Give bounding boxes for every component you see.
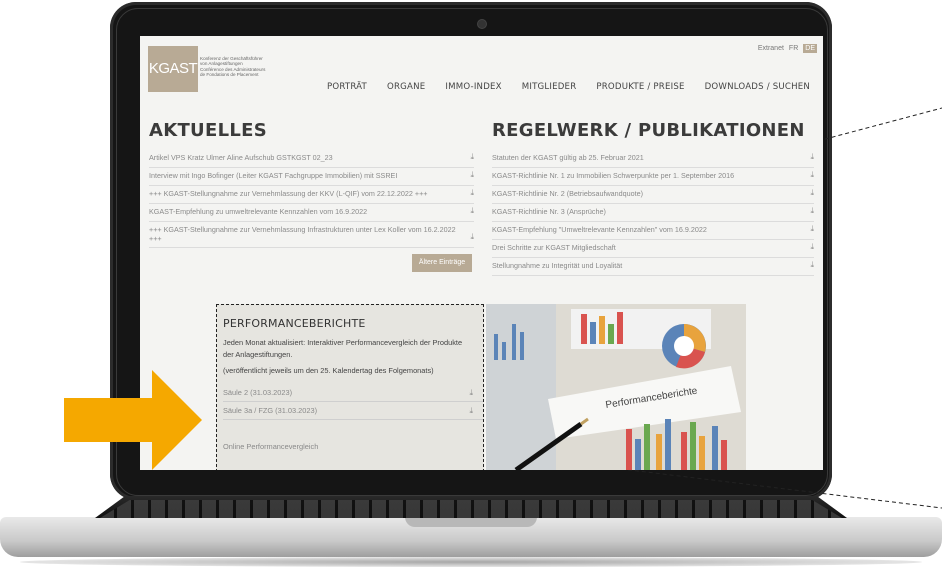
kgast-logo[interactable]: KGAST — [148, 46, 198, 92]
list-item[interactable]: Stellungnahme zu Integrität und Loyalitä… — [492, 258, 814, 276]
performance-links: Säule 2 (31.03.2023) ⤓ Säule 3a / FZG (31… — [223, 385, 483, 425]
download-icon[interactable]: ⤓ — [470, 170, 474, 179]
download-icon[interactable]: ⤓ — [469, 388, 473, 398]
download-icon[interactable]: ⤓ — [810, 224, 814, 233]
nav-organe[interactable]: ORGANE — [387, 82, 425, 92]
list-item[interactable]: +++ KGAST-Stellungnahme zur Vernehmlassu… — [149, 222, 474, 248]
list-item[interactable]: KGAST-Richtlinie Nr. 1 zu Immobilien Sch… — [492, 168, 814, 186]
download-icon[interactable]: ⤓ — [470, 206, 474, 215]
list-item[interactable]: Interview mit Ingo Bofinger (Leiter KGAS… — [149, 168, 474, 186]
saeule-2-link[interactable]: Säule 2 (31.03.2023) ⤓ — [223, 385, 483, 402]
nav-portraet[interactable]: PORTRÄT — [327, 82, 367, 92]
list-item[interactable]: Drei Schritte zur KGAST Mitgliedschaft ⤓ — [492, 240, 814, 258]
nav-immo-index[interactable]: IMMO-INDEX — [445, 82, 501, 92]
main-nav: PORTRÄT ORGANE IMMO-INDEX MITGLIEDER PRO… — [327, 82, 810, 92]
performance-heading: PERFORMANCEBERICHTE — [223, 317, 366, 330]
download-icon[interactable]: ⤓ — [810, 152, 814, 161]
top-links: Extranet FR DE — [758, 44, 817, 53]
saeule-3a-link[interactable]: Säule 3a / FZG (31.03.2023) ⤓ — [223, 403, 483, 420]
lang-de-link[interactable]: DE — [803, 44, 817, 53]
list-item[interactable]: +++ KGAST-Stellungnahme zur Vernehmlassu… — [149, 186, 474, 204]
extranet-link[interactable]: Extranet — [758, 45, 784, 52]
online-performance-link[interactable]: Online Performancevergleich — [223, 441, 318, 453]
download-icon[interactable]: ⤓ — [469, 406, 473, 416]
website-screen: KGAST Konferenz der Geschäftsführer von … — [140, 36, 823, 470]
nav-downloads-suchen[interactable]: DOWNLOADS / SUCHEN — [705, 82, 810, 92]
lang-fr-link[interactable]: FR — [789, 45, 798, 52]
list-item[interactable]: KGAST-Empfehlung "Umweltrelevante Kennza… — [492, 222, 814, 240]
performance-note: (veröffentlicht jeweils um den 25. Kalen… — [223, 366, 434, 375]
download-icon[interactable]: ⤓ — [810, 188, 814, 197]
aktuelles-list: Artikel VPS Kratz Ulmer Aline Aufschub G… — [149, 150, 474, 250]
download-icon[interactable]: ⤓ — [470, 152, 474, 161]
nav-mitglieder[interactable]: MITGLIEDER — [522, 82, 577, 92]
older-entries-button[interactable]: Ältere Einträge — [412, 254, 472, 272]
download-icon[interactable]: ⤓ — [810, 242, 814, 251]
logo-subtext: Konferenz der Geschäftsführer von Anlage… — [200, 56, 266, 78]
download-icon[interactable]: ⤓ — [470, 232, 474, 241]
aktuelles-heading: AKTUELLES — [149, 120, 267, 141]
download-icon[interactable]: ⤓ — [810, 170, 814, 179]
nav-produkte-preise[interactable]: PRODUKTE / PREISE — [596, 82, 684, 92]
orange-arrow-icon — [64, 370, 202, 470]
list-item[interactable]: KGAST-Richtlinie Nr. 3 (Ansprüche) ⤓ — [492, 204, 814, 222]
list-item[interactable]: KGAST-Empfehlung zu umweltrelevante Kenn… — [149, 204, 474, 222]
regelwerk-list: Statuten der KGAST gültig ab 25. Februar… — [492, 150, 814, 280]
list-item[interactable]: Statuten der KGAST gültig ab 25. Februar… — [492, 150, 814, 168]
download-icon[interactable]: ⤓ — [810, 206, 814, 215]
performance-panel: PERFORMANCEBERICHTE Jeden Monat aktualis… — [216, 304, 484, 470]
performance-report-image: Performanceberichte — [486, 304, 746, 470]
list-item[interactable]: Artikel VPS Kratz Ulmer Aline Aufschub G… — [149, 150, 474, 168]
download-icon[interactable]: ⤓ — [810, 260, 814, 269]
performance-description: Jeden Monat aktualisiert: Interaktiver P… — [223, 338, 463, 359]
list-item[interactable]: KGAST-Richtlinie Nr. 2 (Betriebsaufwandq… — [492, 186, 814, 204]
download-icon[interactable]: ⤓ — [470, 188, 474, 197]
regelwerk-heading: REGELWERK / PUBLIKATIONEN — [492, 120, 805, 141]
